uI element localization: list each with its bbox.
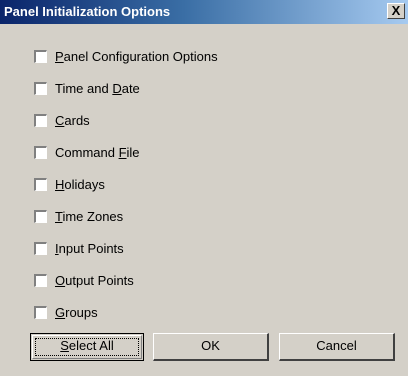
select-all-label: Select All (60, 338, 114, 353)
checkbox[interactable] (34, 274, 47, 287)
close-button[interactable]: X (387, 3, 405, 19)
option-label: Time Zones (55, 209, 124, 224)
cancel-button[interactable]: Cancel (279, 333, 395, 361)
option-label: Cards (55, 113, 90, 128)
ok-label: OK (201, 338, 220, 353)
option-label: Input Points (55, 241, 124, 256)
panel-initialization-dialog: Panel Initialization Options X Panel Con… (0, 0, 408, 376)
checkbox[interactable] (34, 306, 47, 319)
option-label: Panel Configuration Options (55, 49, 218, 64)
option-label: Groups (55, 305, 98, 320)
option-label: Holidays (55, 177, 105, 192)
checkbox[interactable] (34, 178, 47, 191)
checkbox[interactable] (34, 114, 47, 127)
dialog-title: Panel Initialization Options (4, 4, 171, 19)
checkbox[interactable] (34, 146, 47, 159)
option-label: Command File (55, 145, 140, 160)
option-label: Output Points (55, 273, 134, 288)
close-icon: X (391, 3, 401, 18)
checkbox[interactable] (34, 242, 47, 255)
ok-button[interactable]: OK (153, 333, 269, 361)
select-all-button[interactable]: Select All (30, 333, 144, 361)
checkbox[interactable] (34, 82, 47, 95)
title-bar[interactable]: Panel Initialization Options X (0, 0, 408, 24)
cancel-label: Cancel (316, 338, 357, 353)
option-label: Time and Date (55, 81, 140, 96)
checkbox[interactable] (34, 50, 47, 63)
checkbox[interactable] (34, 210, 47, 223)
button-row: Select All OK Cancel (0, 333, 408, 363)
